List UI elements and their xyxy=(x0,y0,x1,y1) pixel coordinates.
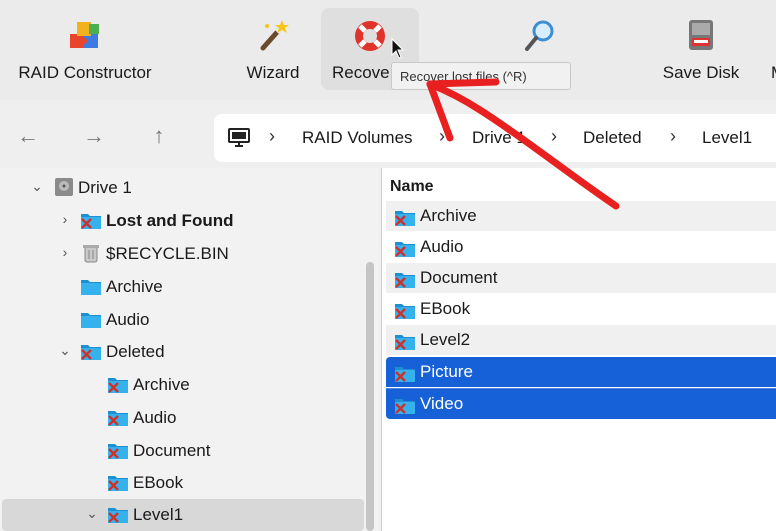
list-item-label: Video xyxy=(420,394,464,413)
deleted-folder-icon xyxy=(107,440,129,460)
deleted-folder-icon xyxy=(80,210,102,230)
list-item-archive[interactable]: Archive xyxy=(386,201,776,231)
list-item-label: Audio xyxy=(420,237,464,256)
chevron-down-icon[interactable]: ⌄ xyxy=(30,178,44,195)
tree-item-deleted-ebook[interactable]: EBook xyxy=(0,467,368,499)
crumb-raid-volumes[interactable]: RAID Volumes xyxy=(302,128,413,148)
list-item-picture[interactable]: Picture xyxy=(386,357,776,387)
list-item-audio[interactable]: Audio xyxy=(386,232,776,262)
deleted-folder-icon xyxy=(107,504,129,524)
navigation-bar: ← → ↑ › RAID Volumes › Drive 1 › Deleted… xyxy=(0,104,776,168)
list-item-label: EBook xyxy=(420,299,471,318)
breadcrumb: › RAID Volumes › Drive 1 › Deleted › Lev… xyxy=(214,114,776,162)
tree-label: EBook xyxy=(133,473,184,492)
tree-item-level1[interactable]: ⌄ Level1 xyxy=(2,499,364,531)
more-label: M xyxy=(771,63,776,83)
wizard-label: Wizard xyxy=(246,63,300,82)
list-item-label: Level2 xyxy=(420,330,471,349)
tree-label: Level1 xyxy=(133,505,184,524)
trash-icon xyxy=(83,245,99,263)
tree-label: Lost and Found xyxy=(106,211,234,230)
hard-drive-icon xyxy=(55,178,73,196)
tree-item-drive-1[interactable]: ⌄ Drive 1 xyxy=(0,172,368,204)
tree-item-deleted-archive[interactable]: Archive xyxy=(0,369,368,401)
deleted-folder-icon xyxy=(107,472,129,492)
chevron-down-icon[interactable]: ⌄ xyxy=(85,505,99,522)
folder-icon xyxy=(80,309,102,329)
tree-item-audio[interactable]: Audio xyxy=(0,304,368,336)
breadcrumb-separator: › xyxy=(439,126,445,146)
list-item-document[interactable]: Document xyxy=(386,263,776,293)
computer-icon[interactable] xyxy=(228,128,250,148)
deleted-folder-icon xyxy=(394,207,416,227)
puzzle-icon xyxy=(70,22,99,48)
more-button[interactable]: M xyxy=(764,0,776,100)
list-item-video[interactable]: Video xyxy=(386,388,776,419)
wizard-button[interactable]: Wizard xyxy=(232,0,314,100)
column-header-name[interactable]: Name xyxy=(390,178,434,196)
tree-item-archive[interactable]: Archive xyxy=(0,271,368,303)
disk-icon xyxy=(689,20,713,50)
deleted-folder-icon xyxy=(107,374,129,394)
recover-tooltip: Recover lost files (^R) xyxy=(391,62,571,90)
tree-label: Document xyxy=(133,441,211,460)
deleted-folder-icon xyxy=(394,238,416,258)
tree-label: Drive 1 xyxy=(78,178,132,197)
deleted-folder-icon xyxy=(107,407,129,427)
breadcrumb-separator: › xyxy=(670,126,676,146)
folder-tree: ⌄ Drive 1 › Lost and Found › $RECYCLE.BI… xyxy=(0,168,380,531)
tree-scrollbar[interactable] xyxy=(366,262,374,531)
deleted-folder-icon xyxy=(394,269,416,289)
forward-button[interactable]: → xyxy=(78,120,110,152)
deleted-folder-icon xyxy=(80,341,102,361)
deleted-folder-icon xyxy=(394,363,416,383)
save-disk-button[interactable]: Save Disk xyxy=(650,0,752,100)
tree-label: Audio xyxy=(106,310,150,329)
file-list: Name Archive Audio Document EBook Level2… xyxy=(382,168,776,531)
tree-item-deleted-document[interactable]: Document xyxy=(0,435,368,467)
back-button[interactable]: ← xyxy=(12,120,44,152)
list-item-level2[interactable]: Level2 xyxy=(386,325,776,355)
deleted-folder-icon xyxy=(394,300,416,320)
tree-item-deleted-audio[interactable]: Audio xyxy=(0,402,368,434)
deleted-folder-icon xyxy=(394,331,416,351)
raid-constructor-label: RAID Constructor xyxy=(18,63,152,82)
crumb-drive-1[interactable]: Drive 1 xyxy=(472,128,526,148)
list-item-label: Archive xyxy=(420,206,477,225)
magic-wand-icon xyxy=(260,20,289,51)
tree-item-recycle-bin[interactable]: › $RECYCLE.BIN xyxy=(0,238,368,270)
raid-constructor-button[interactable]: RAID Constructor xyxy=(0,0,170,100)
tree-label: $RECYCLE.BIN xyxy=(106,244,229,263)
tree-item-lost-and-found[interactable]: › Lost and Found xyxy=(0,205,368,237)
lifebuoy-icon xyxy=(355,21,385,51)
tree-item-deleted[interactable]: ⌄ Deleted xyxy=(0,336,368,368)
tree-label: Archive xyxy=(106,277,163,296)
chevron-down-icon[interactable]: ⌄ xyxy=(58,342,72,359)
chevron-right-icon[interactable]: › xyxy=(58,244,72,260)
crumb-deleted[interactable]: Deleted xyxy=(583,128,642,148)
tree-label: Archive xyxy=(133,375,190,394)
toolbar: RAID Constructor Wizard Recove Save Disk… xyxy=(0,0,776,100)
mouse-cursor-icon xyxy=(391,38,405,59)
up-button[interactable]: ↑ xyxy=(143,120,175,152)
folder-icon xyxy=(80,276,102,296)
chevron-right-icon[interactable]: › xyxy=(58,211,72,227)
list-item-label: Picture xyxy=(420,362,473,381)
magnifier-icon xyxy=(525,20,554,51)
save-disk-label: Save Disk xyxy=(662,63,740,82)
tree-label: Audio xyxy=(133,408,177,427)
breadcrumb-separator: › xyxy=(551,126,557,146)
breadcrumb-separator: › xyxy=(269,126,275,146)
tree-label: Deleted xyxy=(106,342,165,361)
list-item-ebook[interactable]: EBook xyxy=(386,294,776,324)
list-item-label: Document xyxy=(420,268,498,287)
deleted-folder-icon xyxy=(394,395,416,415)
crumb-level1[interactable]: Level1 xyxy=(702,128,752,148)
